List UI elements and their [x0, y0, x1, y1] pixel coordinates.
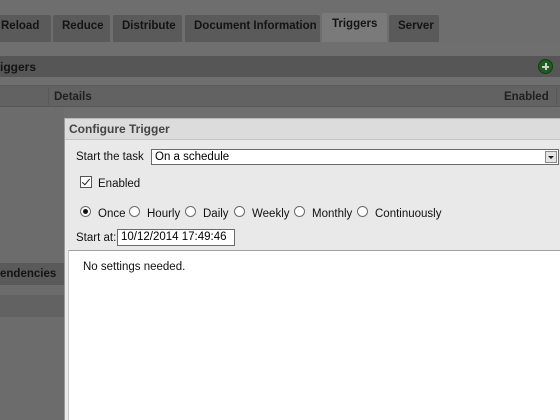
tab-distribute[interactable]: Distribute	[113, 15, 182, 42]
radio-weekly[interactable]	[234, 206, 245, 217]
dropdown-arrow-icon[interactable]	[545, 151, 557, 163]
table-header: Details Enabled	[0, 85, 560, 107]
start-task-value: On a schedule	[155, 151, 230, 163]
settings-pane: No settings needed.	[68, 250, 560, 420]
radio-continuously[interactable]	[357, 206, 368, 217]
enabled-label: Enabled	[98, 178, 141, 190]
enabled-checkbox[interactable]	[80, 176, 92, 188]
column-header-details[interactable]: Details	[54, 91, 92, 103]
start-at-input[interactable]: 10/12/2014 17:49:46	[117, 229, 235, 246]
column-separator	[48, 88, 49, 105]
start-task-label: Start the task	[76, 151, 144, 163]
radio-continuously-label: Continuously	[375, 208, 442, 220]
radio-once[interactable]	[80, 206, 91, 217]
tab-server[interactable]: Server	[389, 15, 439, 42]
radio-monthly-label: Monthly	[312, 208, 353, 220]
radio-monthly[interactable]	[294, 206, 305, 217]
column-header-enabled[interactable]: Enabled	[504, 91, 549, 103]
section-bar	[0, 56, 560, 77]
radio-once-label: Once	[98, 208, 126, 220]
tab-bar: Reload Reduce Distribute Document Inform…	[0, 0, 560, 42]
dependencies-label: endencies	[0, 268, 57, 280]
start-task-select[interactable]: On a schedule	[151, 149, 559, 165]
start-at-label: Start at:	[76, 232, 117, 244]
column-separator	[556, 88, 557, 105]
dialog-title: Configure Trigger	[65, 119, 560, 140]
panel-bar	[0, 295, 64, 317]
radio-hourly-label: Hourly	[147, 208, 181, 220]
add-icon[interactable]	[538, 59, 553, 74]
configure-trigger-dialog: Configure Trigger Start the task On a sc…	[64, 118, 560, 420]
radio-weekly-label: Weekly	[252, 208, 290, 220]
section-title: iggers	[0, 60, 37, 74]
radio-daily[interactable]	[185, 206, 196, 217]
tab-reload[interactable]: Reload	[0, 15, 51, 42]
tab-document-information[interactable]: Document Information	[185, 15, 320, 42]
tab-triggers[interactable]: Triggers	[322, 13, 387, 42]
radio-hourly[interactable]	[129, 206, 140, 217]
settings-message: No settings needed.	[83, 261, 186, 273]
radio-daily-label: Daily	[203, 208, 229, 220]
tab-reduce[interactable]: Reduce	[53, 15, 110, 42]
